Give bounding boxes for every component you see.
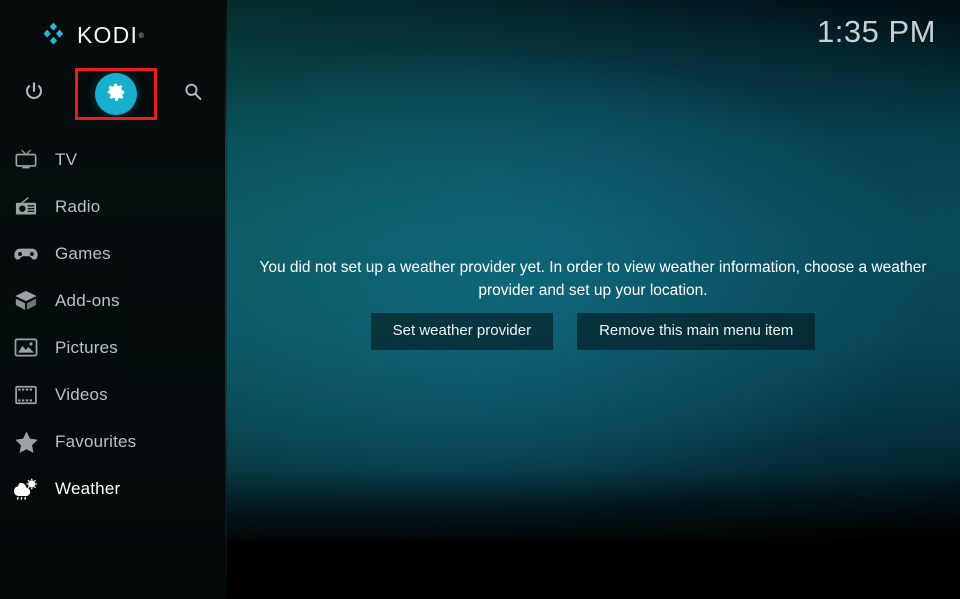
sidebar-top-buttons: [0, 66, 227, 122]
sidebar-item-label: TV: [55, 149, 78, 169]
tv-icon: [4, 149, 48, 171]
sidebar-item-videos[interactable]: Videos: [0, 371, 227, 418]
set-weather-provider-button[interactable]: Set weather provider: [370, 313, 554, 350]
gear-icon: [105, 81, 127, 108]
kodi-logo: KODI ®: [40, 21, 144, 48]
settings-button-circle: [95, 73, 137, 115]
sidebar-item-radio[interactable]: Radio: [0, 183, 227, 230]
sidebar-item-label: Add-ons: [55, 290, 120, 310]
sidebar-item-weather[interactable]: Weather: [0, 465, 227, 512]
sidebar: KODI ® TV Radio Games Add-ons Pictures V…: [0, 0, 227, 599]
sidebar-item-tv[interactable]: TV: [0, 136, 227, 183]
search-button[interactable]: [165, 66, 221, 122]
sidebar-item-add-ons[interactable]: Add-ons: [0, 277, 227, 324]
addons-box-icon: [4, 289, 48, 313]
sidebar-item-label: Radio: [55, 196, 101, 216]
pictures-icon: [4, 337, 48, 358]
kodi-logo-mark-icon: [40, 22, 68, 48]
search-icon: [182, 81, 204, 108]
kodi-home-screen: KODI ® TV Radio Games Add-ons Pictures V…: [0, 0, 960, 599]
settings-button[interactable]: [88, 66, 144, 122]
remove-main-menu-item-button[interactable]: Remove this main menu item: [577, 313, 816, 350]
weather-setup-message: You did not set up a weather provider ye…: [259, 259, 927, 299]
sidebar-item-label: Videos: [55, 384, 108, 404]
kodi-wordmark: KODI: [77, 21, 139, 48]
content-bottom-fade: [227, 470, 960, 599]
videos-film-icon: [4, 384, 48, 406]
sidebar-item-label: Pictures: [55, 337, 119, 357]
clock: 1:35 PM: [817, 14, 936, 49]
power-icon: [23, 81, 45, 108]
sidebar-item-pictures[interactable]: Pictures: [0, 324, 227, 371]
main-menu: TV Radio Games Add-ons Pictures Videos F…: [0, 136, 227, 512]
kodi-logo-text: KODI ®: [77, 21, 144, 48]
kodi-trademark: ®: [138, 32, 146, 40]
sidebar-item-games[interactable]: Games: [0, 230, 227, 277]
power-button[interactable]: [6, 66, 62, 122]
weather-icon: [4, 477, 48, 501]
sidebar-item-label: Favourites: [55, 431, 137, 451]
gamepad-icon: [4, 244, 48, 264]
radio-icon: [4, 196, 48, 218]
sidebar-item-favourites[interactable]: Favourites: [0, 418, 227, 465]
star-icon: [4, 430, 48, 454]
sidebar-item-label: Weather: [55, 478, 121, 498]
weather-action-buttons: Set weather provider Remove this main me…: [248, 313, 938, 350]
sidebar-item-label: Games: [55, 243, 111, 263]
